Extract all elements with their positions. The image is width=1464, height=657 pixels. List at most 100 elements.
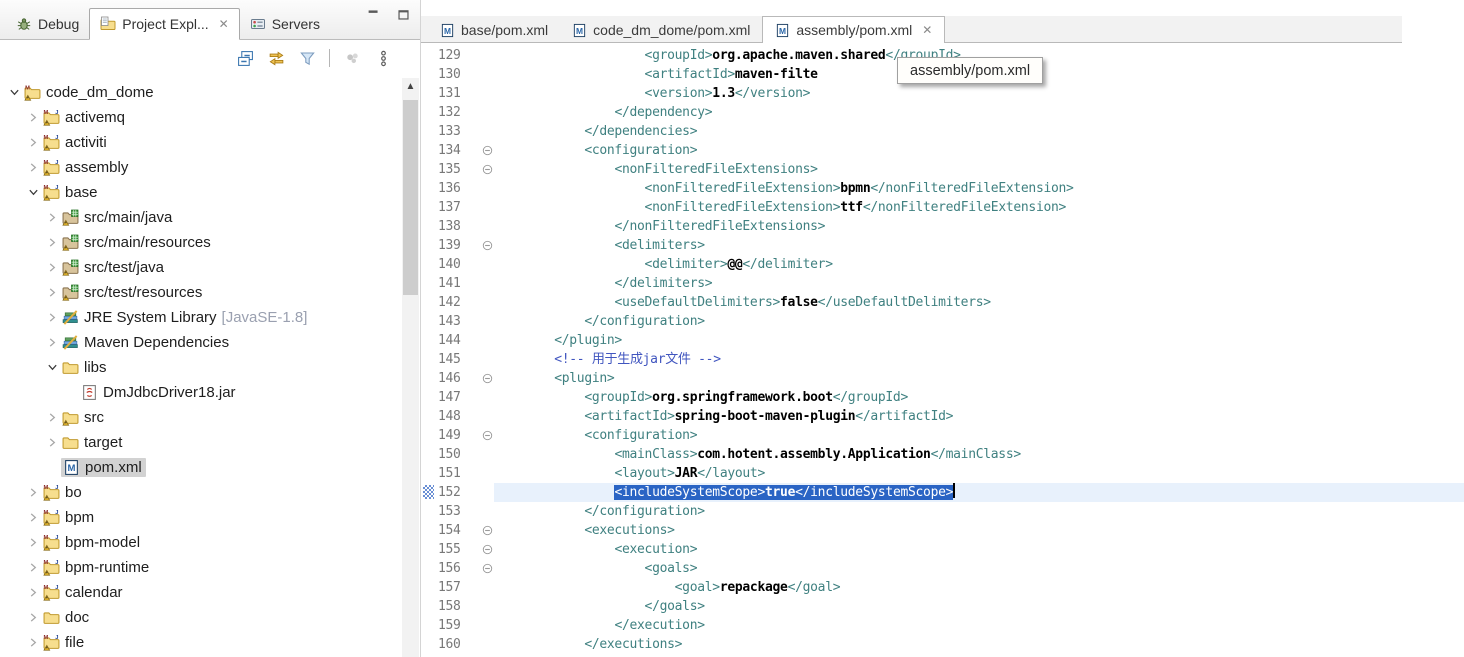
code-line-138[interactable]: 138 </nonFilteredFileExtensions>	[421, 217, 1464, 236]
annotation-ruler[interactable]	[421, 369, 438, 388]
chevron-right-icon[interactable]	[44, 309, 61, 326]
code-text[interactable]: </executions>	[494, 635, 1464, 654]
code-line-142[interactable]: 142 <useDefaultDelimiters>false</useDefa…	[421, 293, 1464, 312]
annotation-ruler[interactable]	[421, 559, 438, 578]
code-text[interactable]: <!-- 用于生成jar文件 -->	[494, 350, 1464, 369]
code-line-139[interactable]: 139 <delimiters>	[421, 236, 1464, 255]
tree-item-code-dm-dome[interactable]: Mcode_dm_dome	[0, 80, 400, 105]
code-text[interactable]: <executions>	[494, 521, 1464, 540]
code-line-160[interactable]: 160 </executions>	[421, 635, 1464, 654]
tree-item-pom-xml[interactable]: Mpom.xml	[0, 455, 400, 480]
chevron-right-icon[interactable]	[25, 559, 42, 576]
tree-item-src-test-java[interactable]: src/test/java	[0, 255, 400, 280]
code-text[interactable]: </goals>	[494, 597, 1464, 616]
annotation-ruler[interactable]	[421, 426, 438, 445]
view-tab-debug[interactable]: Debug	[6, 9, 89, 39]
filter-button[interactable]	[296, 47, 318, 69]
code-line-140[interactable]: 140 <delimiter>@@</delimiter>	[421, 255, 1464, 274]
code-text[interactable]: </dependencies>	[494, 122, 1464, 141]
code-text[interactable]: <layout>JAR</layout>	[494, 464, 1464, 483]
code-line-132[interactable]: 132 </dependency>	[421, 103, 1464, 122]
code-text[interactable]: <artifactId>spring-boot-maven-plugin</ar…	[494, 407, 1464, 426]
code-text[interactable]: <includeSystemScope>true</includeSystemS…	[494, 483, 1464, 502]
chevron-right-icon[interactable]	[25, 109, 42, 126]
tree-item-maven-dependencies[interactable]: Maven Dependencies	[0, 330, 400, 355]
close-icon[interactable]: ✕	[922, 24, 932, 36]
code-line-131[interactable]: 131 <version>1.3</version>	[421, 84, 1464, 103]
annotation-ruler[interactable]	[421, 502, 438, 521]
annotation-ruler[interactable]	[421, 217, 438, 236]
annotation-ruler[interactable]	[421, 236, 438, 255]
chevron-right-icon[interactable]	[44, 209, 61, 226]
tree-item-src-main-java[interactable]: src/main/java	[0, 205, 400, 230]
annotation-ruler[interactable]	[421, 141, 438, 160]
annotation-ruler[interactable]	[421, 521, 438, 540]
code-line-155[interactable]: 155 <execution>	[421, 540, 1464, 559]
tree-item-base[interactable]: M Jbase	[0, 180, 400, 205]
code-line-154[interactable]: 154 <executions>	[421, 521, 1464, 540]
chevron-right-icon[interactable]	[25, 634, 42, 651]
link-with-editor-button[interactable]	[265, 47, 287, 69]
code-text[interactable]: <plugin>	[494, 369, 1464, 388]
code-line-151[interactable]: 151 <layout>JAR</layout>	[421, 464, 1464, 483]
annotation-ruler[interactable]	[421, 635, 438, 654]
code-line-136[interactable]: 136 <nonFilteredFileExtension>bpmn</nonF…	[421, 179, 1464, 198]
tree-item-src[interactable]: src	[0, 405, 400, 430]
annotation-ruler[interactable]	[421, 179, 438, 198]
annotation-ruler[interactable]	[421, 255, 438, 274]
annotation-ruler[interactable]	[421, 160, 438, 179]
code-text[interactable]: <delimiters>	[494, 236, 1464, 255]
chevron-down-icon[interactable]	[6, 84, 23, 101]
tree-item-bpm-model[interactable]: M Jbpm-model	[0, 530, 400, 555]
chevron-right-icon[interactable]	[25, 584, 42, 601]
tree-item-bo[interactable]: M Jbo	[0, 480, 400, 505]
code-text[interactable]: </delimiters>	[494, 274, 1464, 293]
code-line-159[interactable]: 159 </execution>	[421, 616, 1464, 635]
code-line-153[interactable]: 153 </configuration>	[421, 502, 1464, 521]
code-line-157[interactable]: 157 <goal>repackage</goal>	[421, 578, 1464, 597]
code-text[interactable]: <goal>repackage</goal>	[494, 578, 1464, 597]
code-text[interactable]: <execution>	[494, 540, 1464, 559]
code-text[interactable]: </dependency>	[494, 103, 1464, 122]
annotation-ruler[interactable]	[421, 293, 438, 312]
annotation-ruler[interactable]	[421, 483, 438, 502]
annotation-ruler[interactable]	[421, 350, 438, 369]
code-line-141[interactable]: 141 </delimiters>	[421, 274, 1464, 293]
tree-item-bpm-runtime[interactable]: M Jbpm-runtime	[0, 555, 400, 580]
code-text[interactable]: <mainClass>com.hotent.assembly.Applicati…	[494, 445, 1464, 464]
chevron-right-icon[interactable]	[44, 259, 61, 276]
annotation-ruler[interactable]	[421, 445, 438, 464]
view-tab-servers[interactable]: Servers	[240, 9, 330, 39]
chevron-right-icon[interactable]	[44, 234, 61, 251]
editor-tab-base-pom-xml[interactable]: Mbase/pom.xml	[428, 17, 560, 43]
chevron-right-icon[interactable]	[44, 334, 61, 351]
code-line-143[interactable]: 143 </configuration>	[421, 312, 1464, 331]
tree-item-doc[interactable]: doc	[0, 605, 400, 630]
editor-tab-code-dm-dome-pom-xml[interactable]: Mcode_dm_dome/pom.xml	[560, 17, 762, 43]
chevron-right-icon[interactable]	[44, 434, 61, 451]
code-text[interactable]: <configuration>	[494, 141, 1464, 160]
code-text[interactable]: </nonFilteredFileExtensions>	[494, 217, 1464, 236]
annotation-ruler[interactable]	[421, 578, 438, 597]
code-text[interactable]: <useDefaultDelimiters>false</useDefaultD…	[494, 293, 1464, 312]
code-line-145[interactable]: 145 <!-- 用于生成jar文件 -->	[421, 350, 1464, 369]
chevron-right-icon[interactable]	[44, 284, 61, 301]
code-line-148[interactable]: 148 <artifactId>spring-boot-maven-plugin…	[421, 407, 1464, 426]
annotation-ruler[interactable]	[421, 103, 438, 122]
annotation-ruler[interactable]	[421, 122, 438, 141]
annotation-ruler[interactable]	[421, 84, 438, 103]
annotation-ruler[interactable]	[421, 65, 438, 84]
annotation-ruler[interactable]	[421, 407, 438, 426]
close-icon[interactable]: ✕	[219, 18, 229, 30]
xml-editor[interactable]: 129 <groupId>org.apache.maven.shared</gr…	[421, 43, 1464, 657]
code-line-133[interactable]: 133 </dependencies>	[421, 122, 1464, 141]
tree-item-dmjdbcdriver18-jar[interactable]: DmJdbcDriver18.jar	[0, 380, 400, 405]
maximize-icon[interactable]	[394, 6, 412, 22]
tree-item-assembly[interactable]: M Jassembly	[0, 155, 400, 180]
annotation-ruler[interactable]	[421, 388, 438, 407]
chevron-right-icon[interactable]	[25, 534, 42, 551]
fold-collapse-icon[interactable]	[480, 559, 494, 578]
annotation-ruler[interactable]	[421, 198, 438, 217]
annotation-ruler[interactable]	[421, 616, 438, 635]
code-text[interactable]: </execution>	[494, 616, 1464, 635]
